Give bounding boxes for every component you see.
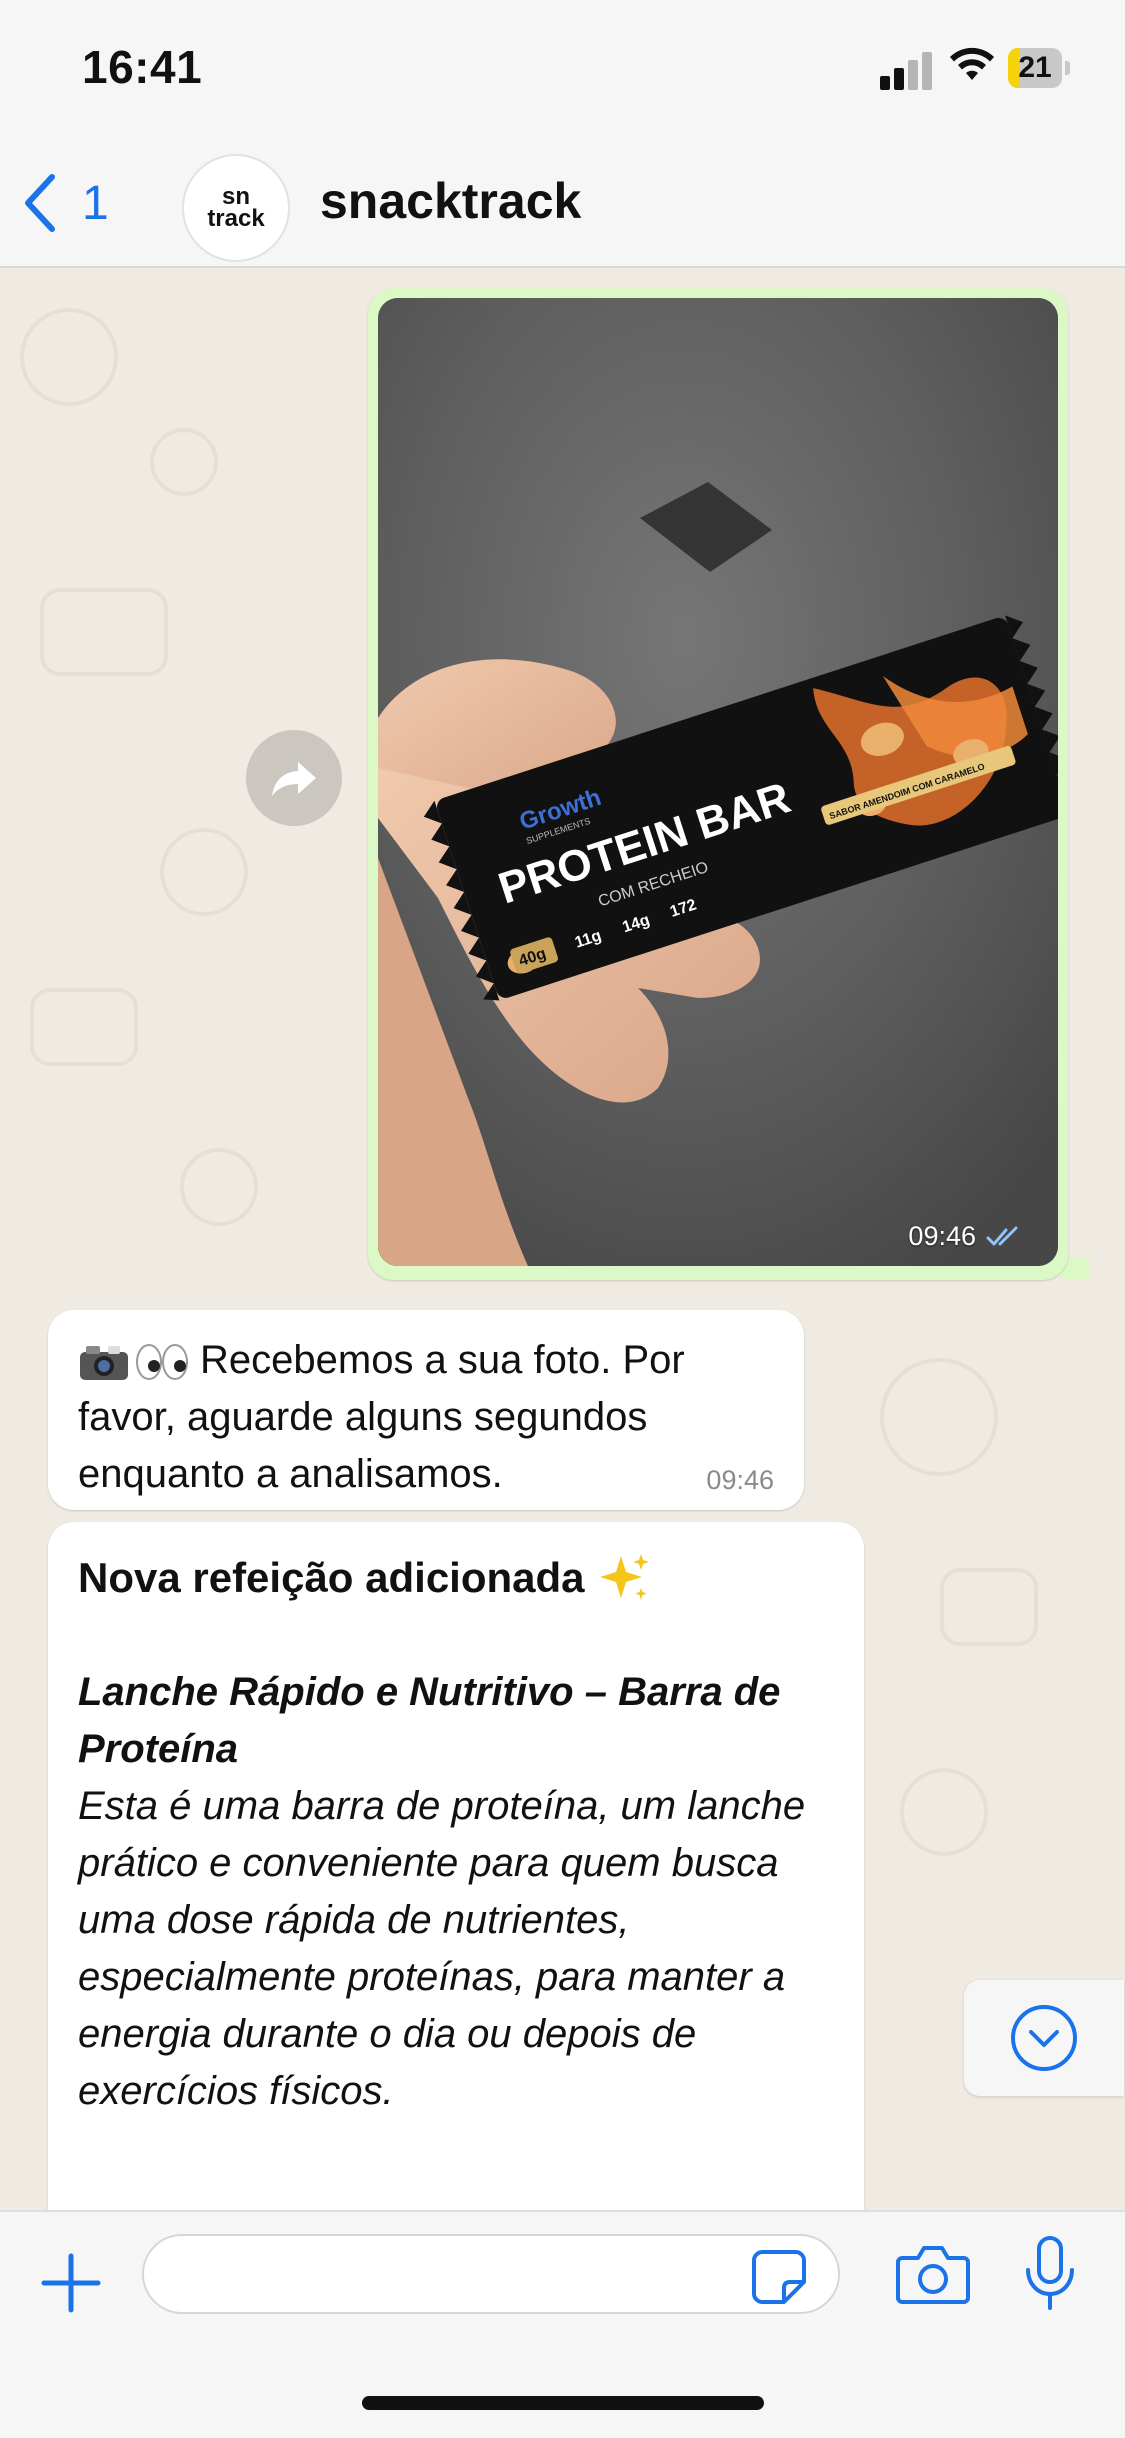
message-text-block: Recebemos a sua foto. Por favor, aguarde… (78, 1332, 778, 1503)
sticker-icon[interactable] (750, 2248, 808, 2306)
photo-thumbnail[interactable]: Growth SUPPLEMENTS PROTEIN BAR COM RECHE… (378, 298, 1058, 1266)
plus-icon[interactable] (36, 2248, 106, 2318)
chat-area[interactable]: Growth SUPPLEMENTS PROTEIN BAR COM RECHE… (0, 268, 1125, 2210)
back-button[interactable]: 1 (22, 168, 109, 238)
home-indicator (362, 2396, 764, 2410)
chat-header: 1 sn track snacktrack (0, 140, 1125, 268)
sparkles-emoji (599, 1554, 649, 1600)
double-check-icon (986, 1226, 1018, 1245)
status-bar: 16:41 21 (0, 0, 1125, 140)
avatar-logo: sn track (207, 185, 265, 232)
forward-icon (272, 762, 316, 796)
incoming-message[interactable]: Nova refeição adicionada Lanche Rápido e… (48, 1522, 864, 2210)
message-input[interactable] (142, 2234, 840, 2314)
message-title-text: Nova refeição adicionada (78, 1554, 585, 1601)
chevron-down-circle-icon (1011, 2005, 1077, 2071)
chevron-left-icon (25, 174, 55, 232)
message-input-bar (0, 2210, 1125, 2438)
wifi-icon (950, 47, 994, 80)
cellular-signal-icon (880, 50, 934, 90)
protein-bar-photo: Growth SUPPLEMENTS PROTEIN BAR COM RECHE… (378, 298, 1058, 1266)
avatar[interactable]: sn track (182, 154, 290, 262)
outgoing-photo-message[interactable]: Growth SUPPLEMENTS PROTEIN BAR COM RECHE… (368, 288, 1068, 1280)
forward-button[interactable] (246, 730, 342, 826)
message-time: 09:46 (908, 1221, 976, 1251)
contact-name[interactable]: snacktrack (320, 172, 581, 230)
battery-icon: 21 (1008, 48, 1072, 88)
message-title: Nova refeição adicionada (78, 1552, 651, 1604)
incoming-message[interactable]: Recebemos a sua foto. Por favor, aguarde… (48, 1310, 804, 1510)
camera-with-flash-emoji (80, 1346, 128, 1381)
meal-name: Lanche Rápido e Nutritivo – Barra de Pro… (78, 1670, 781, 1771)
status-time: 16:41 (82, 41, 203, 93)
meal-description: Esta é uma barra de proteína, um lanche … (78, 1784, 806, 2113)
battery-level: 21 (1018, 51, 1052, 84)
microphone-icon[interactable] (1022, 2236, 1078, 2312)
message-time: 09:46 (706, 1465, 774, 1495)
camera-icon[interactable] (896, 2242, 970, 2306)
unread-count: 1 (82, 176, 109, 230)
avatar-logo-line2: track (207, 205, 265, 232)
eyes-emoji (136, 1344, 188, 1381)
message-meta: 09:46 (908, 1221, 1022, 1252)
scroll-to-bottom-button[interactable] (964, 1980, 1124, 2096)
